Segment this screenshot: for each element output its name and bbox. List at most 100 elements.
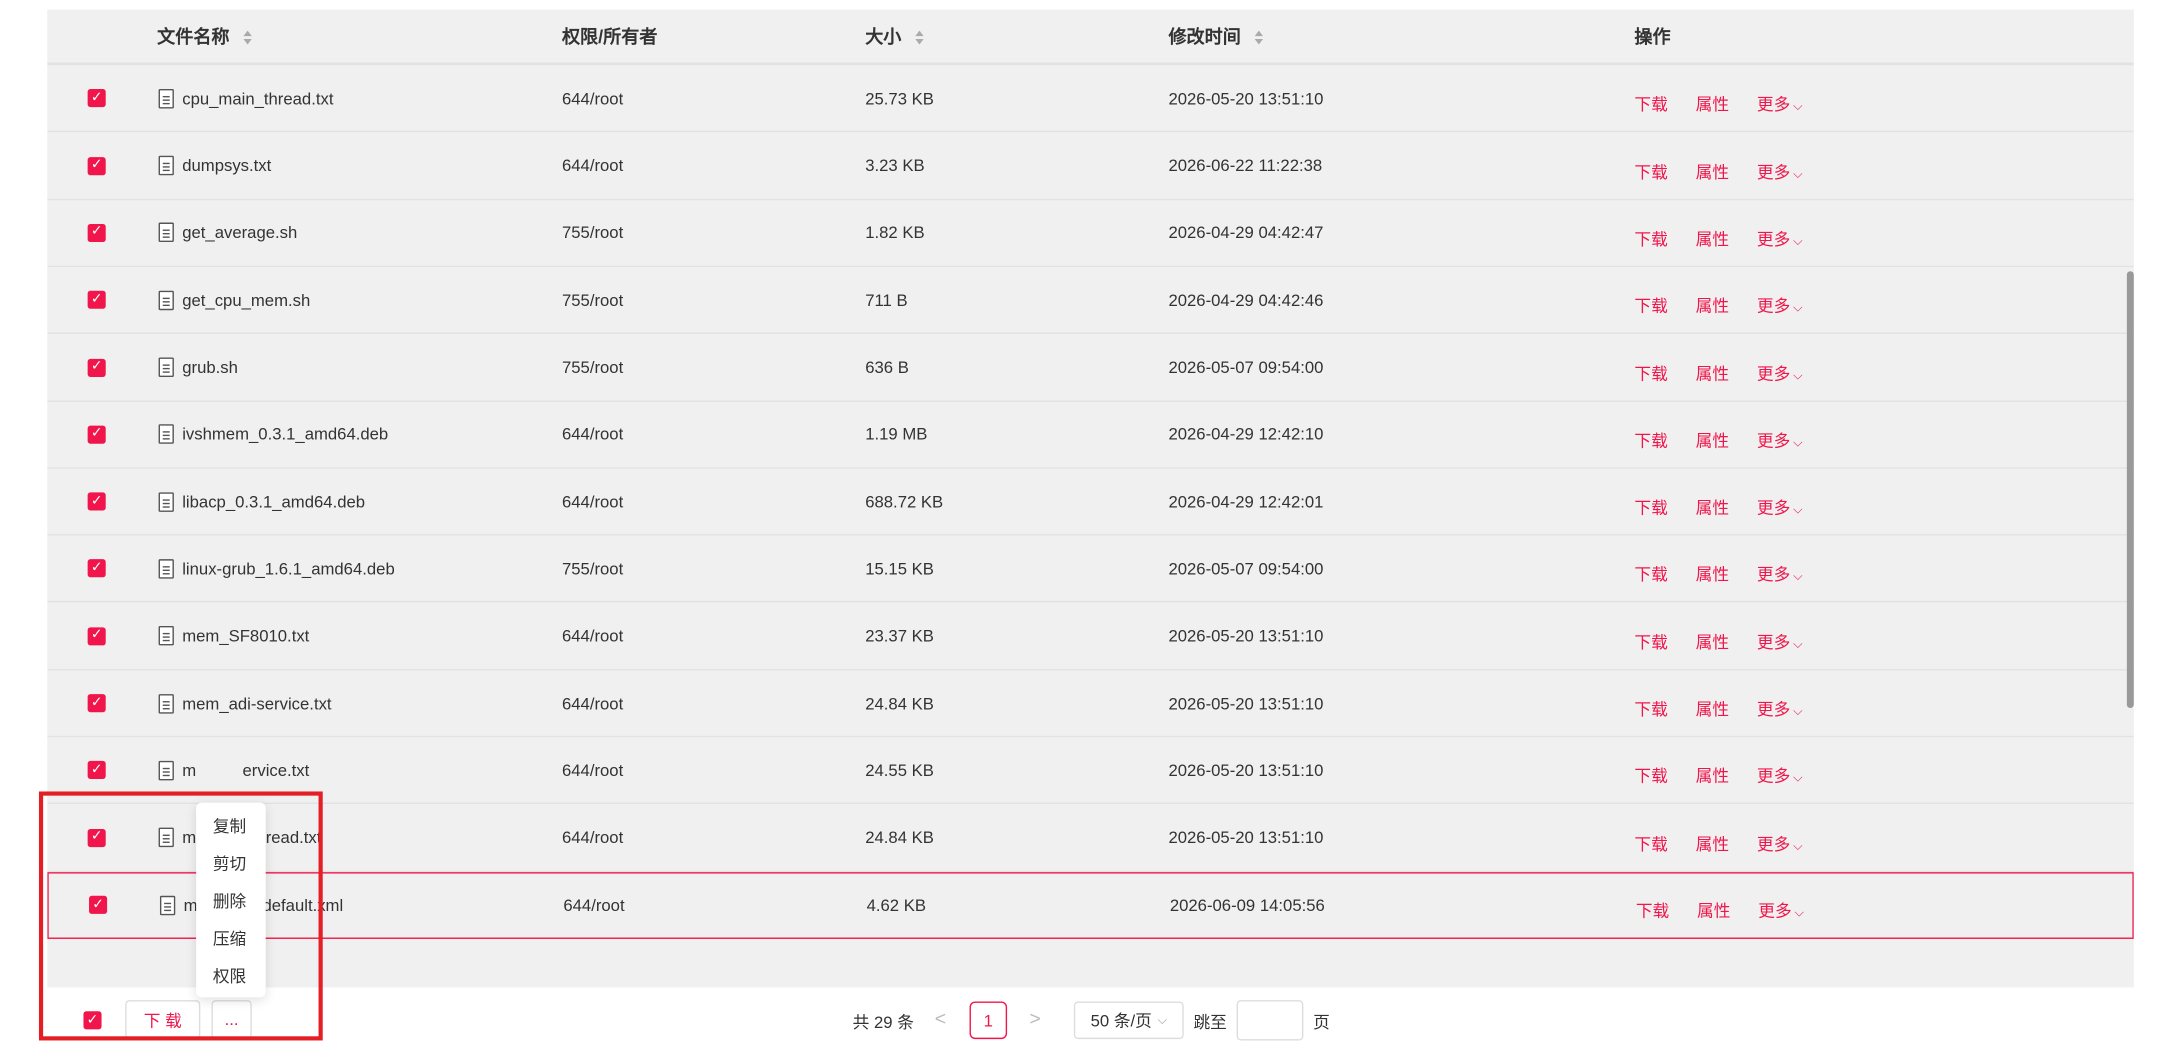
download-link[interactable]: 下载: [1636, 899, 1669, 923]
more-dropdown[interactable]: 更多⌵: [1757, 92, 1803, 116]
header-size[interactable]: 大小: [865, 10, 924, 64]
download-link[interactable]: 下载: [1634, 227, 1667, 251]
file-name[interactable]: libacp_0.3.1_amd64.deb: [182, 492, 365, 511]
props-link[interactable]: 属性: [1696, 428, 1729, 452]
row-checkbox[interactable]: ✓: [87, 89, 106, 108]
row-checkbox[interactable]: ✓: [87, 694, 106, 713]
menu-item-compress[interactable]: 压缩: [213, 926, 246, 950]
file-name[interactable]: linux-grub_1.6.1_amd64.deb: [182, 559, 395, 578]
more-dropdown[interactable]: 更多⌵: [1757, 764, 1803, 788]
next-page-icon[interactable]: >: [1029, 1007, 1040, 1029]
menu-item-copy[interactable]: 复制: [213, 814, 246, 838]
file-name[interactable]: ivshmem_0.3.1_amd64.deb: [182, 425, 388, 444]
props-link[interactable]: 属性: [1696, 361, 1729, 385]
header-mtime[interactable]: 修改时间: [1168, 10, 1264, 64]
row-checkbox[interactable]: ✓: [87, 559, 106, 578]
file-name-cell[interactable]: m ervice.txt: [158, 738, 309, 803]
sort-icon[interactable]: [915, 29, 924, 44]
file-name[interactable]: m ervice.txt: [182, 761, 309, 780]
props-link[interactable]: 属性: [1697, 899, 1730, 923]
file-name[interactable]: cpu_main_thread.txt: [182, 89, 333, 108]
row-checkbox[interactable]: ✓: [87, 626, 106, 645]
table-row[interactable]: ✓ libacp_0.3.1_amd64.deb 644/root 688.72 KB…: [47, 468, 2134, 536]
download-link[interactable]: 下载: [1634, 361, 1667, 385]
sort-icon[interactable]: [243, 29, 252, 44]
file-name[interactable]: mem_adi-service.txt: [182, 693, 331, 712]
props-link[interactable]: 属性: [1696, 630, 1729, 654]
file-name[interactable]: grub.sh: [182, 357, 238, 376]
file-name[interactable]: get_average.sh: [182, 223, 297, 242]
table-row[interactable]: ✓ mem_adi-service.txt 644/root 24.84 KB 2026…: [47, 670, 2134, 738]
more-dropdown[interactable]: 更多⌵: [1757, 361, 1803, 385]
table-row[interactable]: ✓ linux-grub_1.6.1_amd64.deb 755/root 15.15…: [47, 536, 2134, 603]
batch-download-button[interactable]: 下 载: [125, 1000, 201, 1040]
page-size-select[interactable]: 50 条/页 ⌵: [1073, 1001, 1184, 1040]
props-link[interactable]: 属性: [1696, 92, 1729, 116]
props-link[interactable]: 属性: [1696, 764, 1729, 788]
menu-item-permission[interactable]: 权限: [213, 964, 246, 988]
file-name-cell[interactable]: get_cpu_mem.sh: [158, 267, 310, 332]
file-name-cell[interactable]: dumpsys.txt: [158, 133, 271, 198]
more-dropdown[interactable]: 更多⌵: [1757, 428, 1803, 452]
header-name[interactable]: 文件名称: [157, 10, 252, 64]
table-row[interactable]: ✓ m _thread.txt 644/root 24.84 KB 2026-05-20…: [47, 804, 2134, 872]
download-link[interactable]: 下载: [1634, 92, 1667, 116]
props-link[interactable]: 属性: [1696, 563, 1729, 587]
file-name[interactable]: get_cpu_mem.sh: [182, 290, 310, 309]
batch-more-button[interactable]: ...: [211, 1000, 252, 1040]
row-checkbox[interactable]: ✓: [87, 761, 106, 780]
row-checkbox[interactable]: ✓: [87, 156, 106, 175]
table-row[interactable]: ✓ m n_default.xml 644/root 4.62 KB 2026-06-0…: [47, 872, 2134, 939]
file-name-cell[interactable]: cpu_main_thread.txt: [158, 66, 333, 131]
row-checkbox[interactable]: ✓: [87, 223, 106, 242]
file-name-cell[interactable]: ivshmem_0.3.1_amd64.deb: [158, 402, 388, 467]
more-dropdown[interactable]: 更多⌵: [1758, 899, 1804, 923]
download-link[interactable]: 下载: [1634, 697, 1667, 721]
menu-item-delete[interactable]: 删除: [213, 889, 246, 913]
file-name-cell[interactable]: libacp_0.3.1_amd64.deb: [158, 469, 365, 534]
more-dropdown[interactable]: 更多⌵: [1757, 630, 1803, 654]
download-link[interactable]: 下载: [1634, 294, 1667, 318]
more-dropdown[interactable]: 更多⌵: [1757, 831, 1803, 855]
download-link[interactable]: 下载: [1634, 495, 1667, 519]
file-name-cell[interactable]: get_average.sh: [158, 200, 297, 265]
props-link[interactable]: 属性: [1696, 227, 1729, 251]
more-dropdown[interactable]: 更多⌵: [1757, 697, 1803, 721]
table-row[interactable]: ✓ cpu_main_thread.txt 644/root 25.73 KB 2026…: [47, 65, 2134, 133]
more-dropdown[interactable]: 更多⌵: [1757, 294, 1803, 318]
row-checkbox[interactable]: ✓: [87, 358, 106, 377]
props-link[interactable]: 属性: [1696, 697, 1729, 721]
scrollbar-thumb[interactable]: [2126, 271, 2134, 709]
menu-item-cut[interactable]: 剪切: [213, 851, 246, 875]
more-dropdown[interactable]: 更多⌵: [1757, 495, 1803, 519]
download-link[interactable]: 下载: [1634, 764, 1667, 788]
table-row[interactable]: ✓ get_average.sh 755/root 1.82 KB 2026-04-29…: [47, 200, 2134, 267]
more-dropdown[interactable]: 更多⌵: [1757, 227, 1803, 251]
table-row[interactable]: ✓ mem_SF8010.txt 644/root 23.37 KB 2026-05-2…: [47, 603, 2134, 671]
more-dropdown[interactable]: 更多⌵: [1757, 563, 1803, 587]
download-link[interactable]: 下载: [1634, 428, 1667, 452]
props-link[interactable]: 属性: [1696, 831, 1729, 855]
download-link[interactable]: 下载: [1634, 159, 1667, 183]
download-link[interactable]: 下载: [1634, 831, 1667, 855]
row-checkbox[interactable]: ✓: [89, 896, 108, 915]
file-name-cell[interactable]: mem_SF8010.txt: [158, 603, 309, 668]
table-row[interactable]: ✓ get_cpu_mem.sh 755/root 711 B 2026-04-29 0…: [47, 267, 2134, 335]
row-checkbox[interactable]: ✓: [87, 828, 106, 847]
table-row[interactable]: ✓ ivshmem_0.3.1_amd64.deb 644/root 1.19 MB 2…: [47, 401, 2134, 469]
download-link[interactable]: 下载: [1634, 630, 1667, 654]
row-checkbox[interactable]: ✓: [87, 425, 106, 444]
table-row[interactable]: ✓ dumpsys.txt 644/root 3.23 KB 2026-06-22 11…: [47, 132, 2134, 200]
more-dropdown[interactable]: 更多⌵: [1757, 159, 1803, 183]
select-all-checkbox[interactable]: ✓: [83, 1011, 102, 1030]
file-name-cell[interactable]: linux-grub_1.6.1_amd64.deb: [158, 536, 395, 601]
page-current[interactable]: 1: [969, 1001, 1008, 1040]
file-name[interactable]: mem_SF8010.txt: [182, 626, 309, 645]
props-link[interactable]: 属性: [1696, 495, 1729, 519]
props-link[interactable]: 属性: [1696, 294, 1729, 318]
row-checkbox[interactable]: ✓: [87, 492, 106, 511]
table-row[interactable]: ✓ m ervice.txt 644/root 24.55 KB 2026-05-20 …: [47, 737, 2134, 805]
table-row[interactable]: ✓ grub.sh 755/root 636 B 2026-05-07 09:54:00…: [47, 334, 2134, 402]
jump-page-input[interactable]: [1236, 1000, 1304, 1041]
props-link[interactable]: 属性: [1696, 159, 1729, 183]
